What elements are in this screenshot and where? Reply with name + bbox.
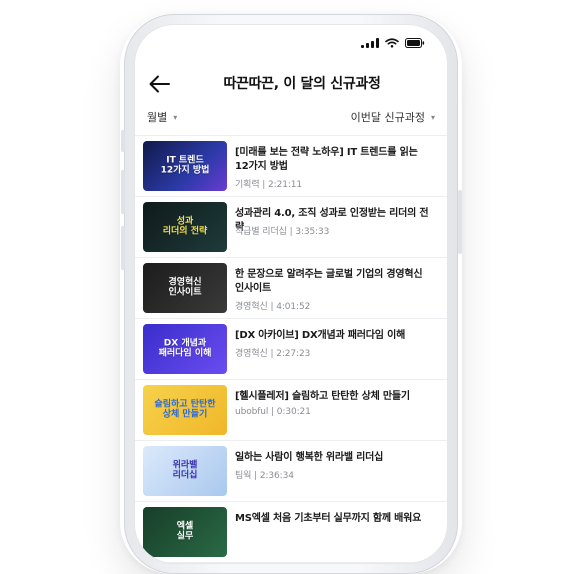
course-duration: 2:21:11 bbox=[268, 180, 303, 190]
course-duration: 0:30:21 bbox=[276, 407, 311, 417]
thumbnail-caption: 엑셀 실무 bbox=[176, 521, 194, 542]
course-meta: 기획력 | 2:21:11 bbox=[235, 180, 303, 190]
course-title: 일하는 사람이 행복한 위라밸 리더십 bbox=[235, 452, 384, 463]
side-button-mute bbox=[121, 130, 125, 152]
course-meta: ubobful | 0:30:21 bbox=[235, 407, 311, 417]
list-item[interactable]: 위라밸 리더십 일하는 사람이 행복한 위라밸 리더십 팀웍 | 2:36:34 bbox=[135, 441, 447, 502]
course-category: 기획력 bbox=[235, 180, 260, 190]
course-category: 경영혁신 bbox=[235, 302, 268, 312]
list-item[interactable]: 성과 리더의 전략 성과관리 4.0, 조직 성과로 인정받는 리더의 전략 직… bbox=[135, 197, 447, 258]
list-item[interactable]: 슬림하고 탄탄한 상체 만들기 [헬시플레저] 슬림하고 탄탄한 상체 만들기 … bbox=[135, 380, 447, 441]
page-title: 따끈따끈, 이 달의 신규과정 bbox=[223, 76, 381, 92]
course-title: MS엑셀 처음 기초부터 실무까지 함께 배워요 bbox=[235, 513, 422, 524]
side-button-volume-up bbox=[121, 170, 125, 214]
month-filter-label: 월별 bbox=[147, 111, 168, 124]
course-category: ubobful bbox=[235, 407, 269, 417]
thumbnail-caption: DX 개념과 패러다임 이해 bbox=[158, 338, 212, 359]
phone-screen: 따끈따끈, 이 달의 신규과정 월별 ▾ 이번달 신규과정 ▾ IT 트렌드 1… bbox=[134, 24, 448, 564]
course-meta: 경영혁신 | 4:01:52 bbox=[235, 302, 311, 312]
new-course-filter-dropdown[interactable]: 이번달 신규과정 ▾ bbox=[351, 109, 435, 125]
page-header: 따끈따끈, 이 달의 신규과정 bbox=[135, 67, 447, 101]
wifi-icon bbox=[385, 38, 399, 48]
course-thumbnail: 엑셀 실무 bbox=[143, 507, 227, 557]
course-duration: 2:36:34 bbox=[259, 471, 294, 481]
list-item[interactable]: IT 트렌드 12가지 방법 [미래를 보는 전략 노하우] IT 트렌드를 읽… bbox=[135, 136, 447, 197]
course-thumbnail: 경영혁신 인사이트 bbox=[143, 263, 227, 313]
signal-icon bbox=[361, 38, 379, 48]
course-title: [미래를 보는 전략 노하우] IT 트렌드를 읽는 12가지 방법 bbox=[235, 147, 418, 172]
filter-bar: 월별 ▾ 이번달 신규과정 ▾ bbox=[147, 109, 435, 129]
thumbnail-caption: 경영혁신 인사이트 bbox=[168, 277, 202, 298]
course-meta: 팀웍 | 2:36:34 bbox=[235, 471, 294, 481]
course-thumbnail: 슬림하고 탄탄한 상체 만들기 bbox=[143, 385, 227, 435]
thumbnail-caption: 위라밸 리더십 bbox=[172, 460, 198, 481]
course-thumbnail: 위라밸 리더십 bbox=[143, 446, 227, 496]
list-item[interactable]: DX 개념과 패러다임 이해 [DX 아카이브] DX개념과 패러다임 이해 경… bbox=[135, 319, 447, 380]
course-category: 팀웍 bbox=[235, 471, 252, 481]
list-item[interactable]: 경영혁신 인사이트 한 문장으로 알려주는 글로벌 기업의 경영혁신 인사이트 … bbox=[135, 258, 447, 319]
thumbnail-caption: IT 트렌드 12가지 방법 bbox=[160, 155, 210, 176]
course-title: [헬시플레저] 슬림하고 탄탄한 상체 만들기 bbox=[235, 391, 410, 402]
course-thumbnail: DX 개념과 패러다임 이해 bbox=[143, 324, 227, 374]
course-thumbnail: 성과 리더의 전략 bbox=[143, 202, 227, 252]
course-title: [DX 아카이브] DX개념과 패러다임 이해 bbox=[235, 330, 406, 341]
course-category: 경영혁신 bbox=[235, 349, 268, 359]
new-course-filter-label: 이번달 신규과정 bbox=[350, 111, 425, 124]
course-title: 한 문장으로 알려주는 글로벌 기업의 경영혁신 인사이트 bbox=[235, 269, 423, 294]
course-duration: 2:27:23 bbox=[276, 349, 311, 359]
course-thumbnail: IT 트렌드 12가지 방법 bbox=[143, 141, 227, 191]
thumbnail-caption: 슬림하고 탄탄한 상체 만들기 bbox=[154, 399, 216, 420]
course-meta: 경영혁신 | 2:27:23 bbox=[235, 349, 311, 359]
chevron-down-icon: ▾ bbox=[173, 112, 178, 122]
status-bar bbox=[361, 38, 425, 48]
course-category: 직급별 리더십 bbox=[235, 227, 287, 237]
course-list: IT 트렌드 12가지 방법 [미래를 보는 전략 노하우] IT 트렌드를 읽… bbox=[135, 136, 447, 563]
chevron-down-icon: ▾ bbox=[430, 112, 435, 122]
month-filter-dropdown[interactable]: 월별 ▾ bbox=[147, 109, 177, 125]
side-button-volume-down bbox=[121, 226, 125, 270]
side-button-power bbox=[458, 190, 462, 254]
course-duration: 3:35:33 bbox=[295, 227, 330, 237]
list-item[interactable]: 엑셀 실무 MS엑셀 처음 기초부터 실무까지 함께 배워요 bbox=[135, 502, 447, 563]
course-duration: 4:01:52 bbox=[276, 302, 311, 312]
course-meta: 직급별 리더십 | 3:35:33 bbox=[235, 227, 330, 237]
battery-icon bbox=[405, 38, 425, 48]
thumbnail-caption: 성과 리더의 전략 bbox=[162, 216, 208, 237]
